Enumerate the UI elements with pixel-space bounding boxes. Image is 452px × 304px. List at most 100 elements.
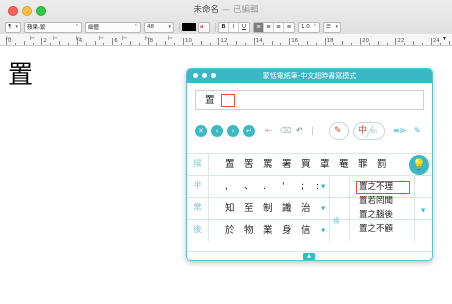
punctuation-char[interactable]: , [225,181,228,192]
punctuation-char[interactable]: . [263,181,266,192]
paragraph-style-menu[interactable]: ¶ ▾ [5,21,21,33]
delete-char-icon[interactable]: ⌫ [280,125,291,137]
common-word-char[interactable]: 知 [225,203,235,214]
common-word-char[interactable]: 治 [301,203,311,214]
candidate-char[interactable]: 罩 [320,159,330,170]
paragraph-icon: ¶ [8,24,12,30]
italic-button[interactable]: I [229,22,239,32]
ruler-minor-tick [377,41,379,45]
ruler-minor-tick [59,41,61,45]
phrase-item[interactable]: 置若罔聞 [359,196,393,207]
arrow-right-icon[interactable]: › [227,125,239,137]
align-center-button[interactable]: ≡ [264,22,274,32]
document-text[interactable]: 置 [8,61,33,89]
next-word-char[interactable]: 業 [263,225,273,236]
font-style-select[interactable]: 細體 ⌃ [85,21,141,33]
first-char-icon[interactable]: ⇤ [265,125,272,137]
candidate-char[interactable]: 置 [225,159,235,170]
highlight-color-button[interactable]: a [198,21,210,33]
pen-mode-button[interactable]: ✎ [329,122,349,140]
ruler-major-tick [360,38,361,45]
candidate-char[interactable]: 罰 [377,159,387,170]
common-word-char[interactable]: 制 [263,203,273,214]
common-word-char[interactable]: 識 [282,203,292,214]
ime-panel[interactable]: 蒙恬電紙筆-中文超時書寫模式 置 ✕ ‹ › ↵ ⇤ ⌫ ↶ | ✎ 中 En … [186,68,433,261]
edit-pen-icon[interactable]: ✎ [414,125,421,137]
align-left-button[interactable]: ≡ [254,22,264,32]
tab-stop-marker[interactable]: ⊢ [168,36,173,42]
ime-input-char: 置 [205,95,215,106]
expand-triangle-icon[interactable]: ▼ [321,228,325,234]
next-word-char[interactable]: 於 [225,225,235,236]
align-right-button[interactable]: ≡ [274,22,284,32]
next-word-char[interactable]: 信 [301,225,311,236]
bold-button[interactable]: B [219,22,229,32]
next-word-char[interactable]: 物 [244,225,254,236]
common-word-char[interactable]: 至 [244,203,254,214]
ruler-minor-tick [280,43,282,45]
ruler-minor-tick [262,43,264,45]
ruler-minor-tick [129,41,131,45]
ruler[interactable]: 0 2 4 6 8 10 12 14 16 18 20 22 24 ⊢ ⊢ ⊢ ⊢ ⊢ ⊢ ⊢ ⊢ ▾ [0,34,452,46]
ruler-major-tick [218,38,220,45]
ime-input-area[interactable]: 置 [195,90,424,110]
punctuation-panel-label[interactable]: 標 [333,215,340,225]
tab-stop-marker[interactable]: ⊢ [122,36,127,42]
language-toggle[interactable]: 中 En [353,122,385,140]
enter-icon[interactable]: ↵ [243,125,255,137]
ime-toolbar: ✕ ‹ › ↵ ⇤ ⌫ ↶ | ✎ 中 En ≡⊳ ✎ [187,122,432,142]
lightbulb-icon[interactable]: 💡 [409,155,429,175]
ruler-minor-tick [244,43,246,45]
tab-stop-marker[interactable]: ⊢ [30,36,35,42]
phrase-item[interactable]: 置之不理 [359,182,393,193]
row-label-next: 後 [187,220,209,241]
arrow-left-icon[interactable]: ‹ [211,125,223,137]
tab-stop-marker[interactable]: ⊢ [145,36,150,42]
next-word-char[interactable]: 身 [282,225,292,236]
right-margin-marker[interactable]: ▾ [443,36,446,42]
ruler-minor-tick [23,41,25,45]
align-justify-button[interactable]: ≡ [284,23,294,32]
expand-triangle-icon[interactable]: ▼ [321,184,325,190]
tab-stop-marker[interactable]: ⊢ [53,36,58,42]
list-style-menu[interactable]: ☰ ▾ [323,21,341,33]
tab-stop-marker[interactable]: ⊢ [99,36,104,42]
format-bar: ¶ ▾ 蘋果-繁 ⌃ 細體 ⌃ 48 ▾ a B I U ≡ ≡ ≡ ≡ 1.0 ⌃ ☰ [5,21,344,33]
candidate-char[interactable]: 署 [282,159,292,170]
expand-triangle-icon[interactable]: ▼ [321,206,325,212]
font-size-field[interactable]: 48 ▾ [144,21,174,33]
font-style-value: 細體 [88,25,100,31]
punctuation-char[interactable]: ' [282,181,285,192]
alignment-buttons: ≡ ≡ ≡ ≡ [253,21,295,33]
clear-icon[interactable]: ✕ [195,125,207,137]
column-divider [414,175,415,241]
tab-stop-marker[interactable]: ⊢ [76,36,81,42]
punctuation-char[interactable]: 、 [244,181,254,192]
candidate-char[interactable]: 罨 [339,159,349,170]
ime-panel-footer: ▲ [187,251,432,260]
candidate-char[interactable]: 罵 [263,159,273,170]
punctuation-char[interactable]: ; [301,181,304,192]
text-color-swatch[interactable] [182,23,196,31]
phrase-item[interactable]: 置之不顧 [359,224,393,235]
ruler-minor-tick [227,43,229,45]
ruler-minor-tick [200,41,202,45]
phrase-item[interactable]: 置之腦後 [359,210,393,221]
candidate-char[interactable]: 罪 [358,159,368,170]
undo-icon[interactable]: ↶ [296,125,303,137]
ruler-minor-tick [121,43,123,45]
send-icon[interactable]: ≡⊳ [393,125,406,137]
candidate-char[interactable]: 罟 [244,159,254,170]
ruler-minor-tick [448,41,450,45]
candidate-char[interactable]: 買 [301,159,311,170]
phrase-expand-icon[interactable]: ▼ [421,208,425,214]
tab-stop-marker[interactable]: ⊢ [6,36,11,42]
ime-panel-header[interactable]: 蒙恬電紙筆-中文超時書寫模式 [187,69,432,83]
font-family-select[interactable]: 蘋果-繁 ⌃ [24,21,82,33]
ruler-major-tick [430,38,432,45]
separator [215,22,216,32]
underline-button[interactable]: U [239,23,249,32]
line-spacing-select[interactable]: 1.0 ⌃ [298,21,320,33]
collapse-panel-button[interactable]: ▲ [303,253,315,260]
punctuation-char[interactable]: : [316,181,319,192]
